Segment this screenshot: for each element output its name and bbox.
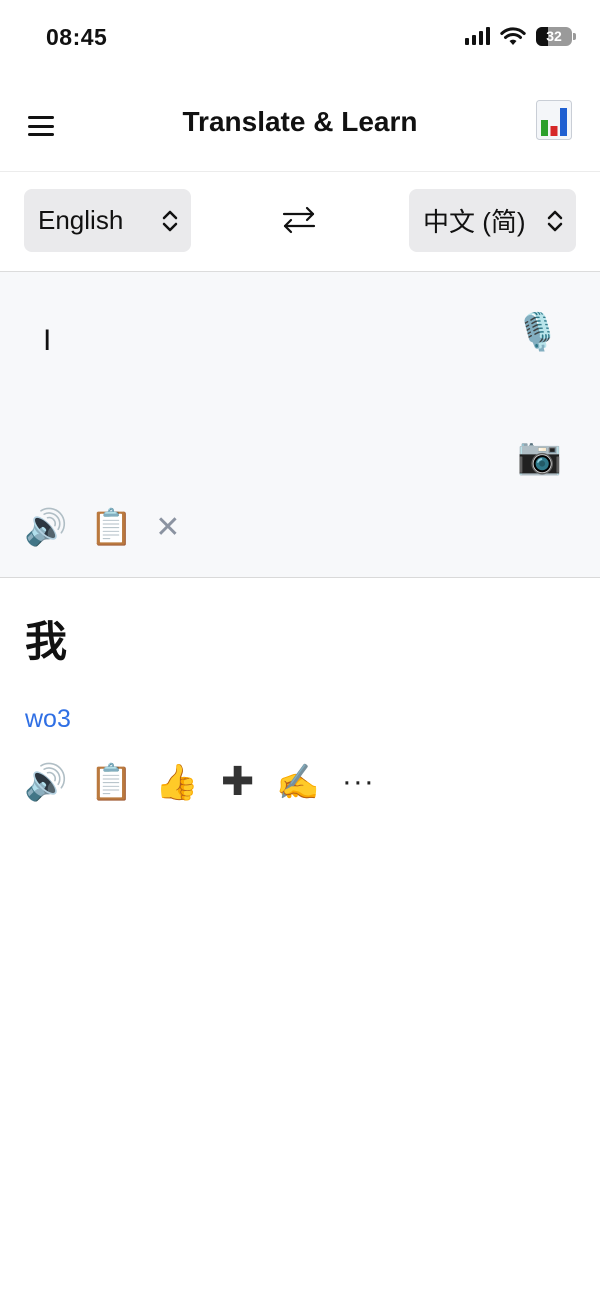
language-selector-row: English 中文 (简) — [0, 172, 600, 272]
speaker-icon[interactable]: 🔊 — [24, 510, 68, 545]
battery-level: 32 — [546, 28, 562, 44]
translation-output: 我 wo3 🔊 📋 👍 ✚ ✍️ ··· — [0, 578, 600, 1299]
clipboard-icon[interactable]: 📋 — [90, 765, 134, 800]
more-options-icon[interactable]: ··· — [342, 767, 375, 797]
chevron-up-down-icon — [547, 210, 563, 231]
app-title: Translate & Learn — [182, 106, 418, 137]
target-language-select[interactable]: 中文 (简) — [409, 189, 576, 252]
input-toolbar: 🔊 📋 ✕ — [24, 510, 180, 545]
battery-icon: 32 — [536, 26, 576, 46]
output-toolbar: 🔊 📋 👍 ✚ ✍️ ··· — [24, 762, 375, 802]
camera-icon[interactable]: 📷 — [517, 438, 562, 474]
clear-icon[interactable]: ✕ — [155, 510, 180, 545]
source-text[interactable]: I — [43, 324, 51, 358]
translated-text: 我 — [25, 618, 68, 665]
pinyin-text: wo3 — [25, 705, 71, 733]
handwriting-icon[interactable]: ✍️ — [276, 765, 320, 800]
source-language-select[interactable]: English — [24, 189, 191, 252]
bar-chart-icon[interactable] — [536, 100, 572, 140]
navigation-bar: Translate & Learn — [0, 76, 600, 172]
source-text-area[interactable]: I 🎙️ 📷 🔊 📋 ✕ — [0, 272, 600, 578]
speaker-icon[interactable]: 🔊 — [24, 765, 68, 800]
microphone-icon[interactable]: 🎙️ — [515, 314, 560, 350]
status-icons: 32 — [465, 26, 576, 46]
chevron-up-down-icon — [162, 210, 178, 231]
status-time: 08:45 — [46, 24, 108, 50]
translate-screen: 08:45 32 Translate & Learn English 中文 (简… — [0, 0, 600, 1299]
clipboard-icon[interactable]: 📋 — [90, 510, 134, 545]
target-language-label: 中文 (简) — [423, 207, 526, 237]
signal-icon — [465, 27, 490, 45]
thumbs-up-icon[interactable]: 👍 — [155, 765, 199, 800]
source-language-label: English — [38, 205, 124, 235]
wifi-icon — [500, 27, 526, 45]
swap-arrows-icon[interactable] — [280, 202, 318, 238]
add-icon[interactable]: ✚ — [221, 762, 255, 802]
status-bar: 08:45 32 — [0, 0, 600, 76]
